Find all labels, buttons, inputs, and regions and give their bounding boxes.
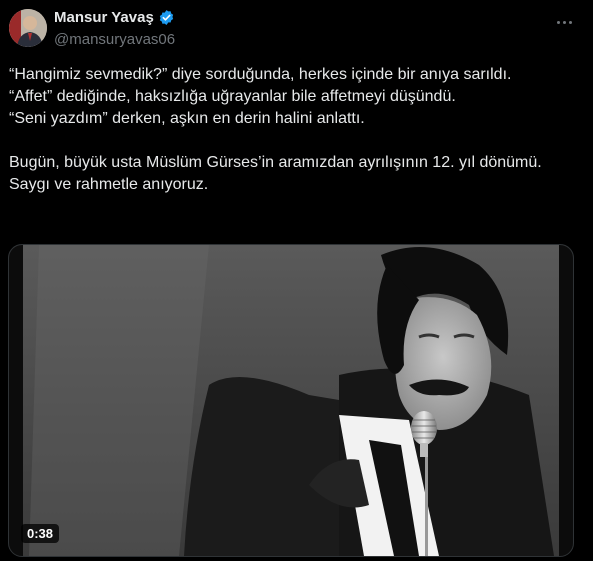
tweet: Mansur Yavaş @mansuryavas06 “Hangimiz se…: [0, 0, 593, 561]
tweet-line: Bugün, büyük usta Müslüm Gürses’in aramı…: [9, 154, 542, 171]
tweet-line: “Seni yazdım” derken, aşkın en derin hal…: [9, 110, 365, 127]
video-player[interactable]: 0:38: [8, 244, 574, 557]
tweet-text: “Hangimiz sevmedik?” diye sorduğunda, he…: [9, 64, 579, 196]
avatar[interactable]: [9, 9, 47, 47]
verified-badge-icon: [158, 9, 175, 26]
video-duration-badge: 0:38: [21, 524, 60, 543]
author-handle[interactable]: @mansuryavas06: [54, 31, 175, 48]
author-name-row[interactable]: Mansur Yavaş: [54, 9, 175, 26]
author-display-name[interactable]: Mansur Yavaş: [54, 9, 154, 26]
tweet-line: “Affet” dediğinde, haksızlığa uğrayanlar…: [9, 88, 456, 105]
avatar-image: [9, 9, 47, 47]
tweet-line-gap: [9, 130, 579, 152]
video-thumbnail: [9, 245, 573, 556]
more-options-icon[interactable]: [552, 10, 576, 34]
tweet-line: “Hangimiz sevmedik?” diye sorduğunda, he…: [9, 66, 512, 83]
tweet-line: Saygı ve rahmetle anıyoruz.: [9, 176, 209, 193]
